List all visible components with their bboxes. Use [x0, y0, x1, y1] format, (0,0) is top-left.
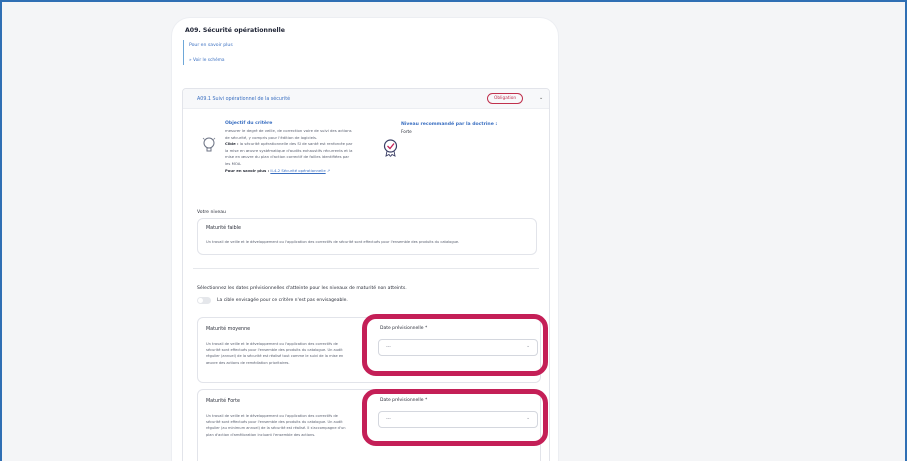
- recommended-level-value: Forte: [401, 129, 412, 134]
- not-feasible-toggle[interactable]: [197, 297, 211, 304]
- more-label: Pour en savoir plus :: [225, 167, 270, 173]
- info-side-bar: [183, 40, 185, 65]
- chevron-down-icon[interactable]: ⌄: [539, 95, 543, 101]
- maturity-desc: Un travail de veille et le développement…: [206, 414, 346, 437]
- maturity-title: Maturité Forte: [206, 399, 240, 404]
- doctrine-link[interactable]: II-4-2 Sécurité opérationnelle: [270, 168, 325, 173]
- current-level-title: Maturité faible: [206, 226, 241, 231]
- current-level-heading: Votre niveau: [197, 210, 226, 215]
- not-feasible-label: La cible envisagée pour ce critère n'est…: [217, 298, 348, 303]
- obligation-badge: Obligation: [487, 93, 524, 104]
- current-level-box: Maturité faible Un travail de veille et …: [197, 218, 537, 255]
- section-divider: [193, 268, 539, 269]
- learn-more-link[interactable]: Pour en savoir plus: [189, 43, 233, 48]
- external-link-icon[interactable]: ↗: [327, 168, 330, 173]
- highlight-annotation: [362, 389, 548, 446]
- current-level-desc: Un travail de veille et le développement…: [206, 240, 460, 244]
- cible-text: la sécurité opérationnelle des SI de san…: [225, 141, 353, 166]
- cible-label: Cible :: [225, 141, 239, 147]
- page-title: A09. Sécurité opérationnelle: [185, 27, 285, 34]
- target-dates-heading: Sélectionnez les dates prévisionnelles d…: [197, 286, 407, 291]
- objective-text: mesurer le degré de veille, de correctio…: [225, 128, 352, 140]
- bulb-icon: [202, 137, 216, 152]
- medal-icon: [383, 139, 398, 157]
- maturity-title: Maturité moyenne: [206, 327, 251, 332]
- recommended-level-title: Niveau recommandé par la doctrine :: [401, 122, 498, 127]
- highlight-annotation: [362, 314, 548, 376]
- schema-link[interactable]: » Voir le schéma: [189, 58, 225, 63]
- criterion-title: A09.1 Suivi opérationnel de la sécurité: [197, 97, 291, 102]
- maturity-desc: Un travail de veille et le développement…: [206, 342, 344, 365]
- objective-body: mesurer le degré de veille, de correctio…: [225, 128, 353, 174]
- objective-title: Objectif du critère: [225, 121, 273, 126]
- criterion-header[interactable]: A09.1 Suivi opérationnel de la sécurité …: [183, 89, 549, 109]
